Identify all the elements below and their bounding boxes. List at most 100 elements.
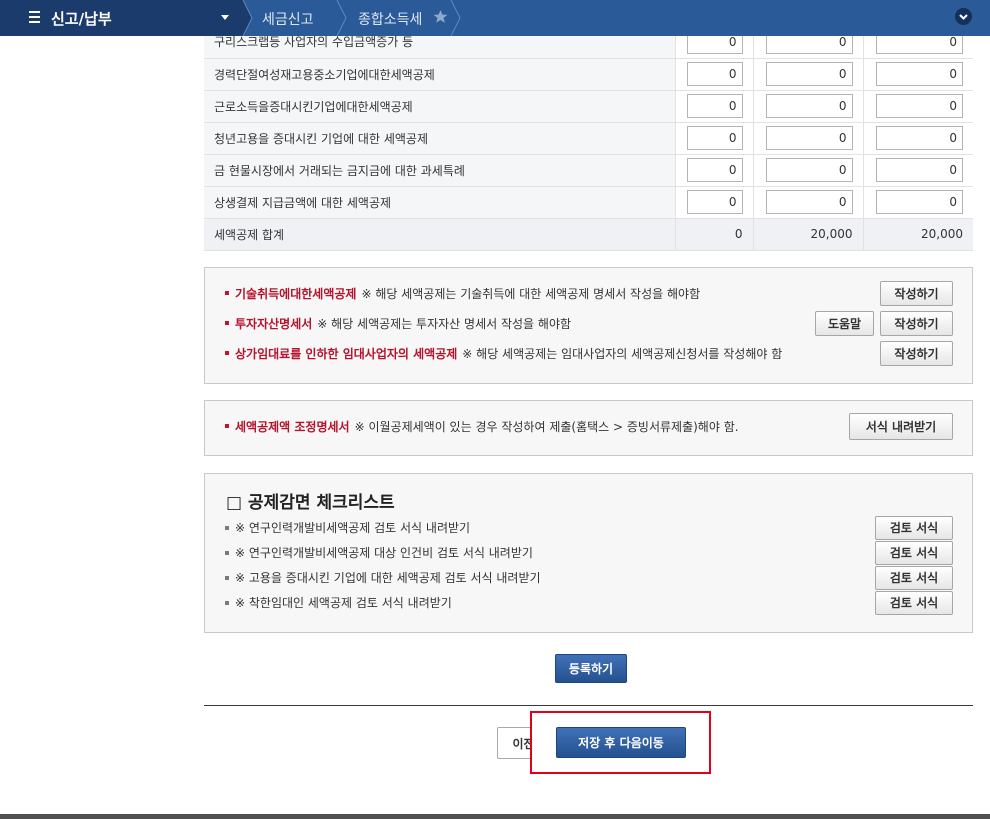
checklist-item: ※ 연구인력개발비세액공제 검토 서식 내려받기 검토 서식 — [225, 515, 953, 540]
dropdown-arrow-icon[interactable] — [221, 15, 229, 20]
notice-row: 투자자산명세서 ※ 해당 세액공제는 투자자산 명세서 작성을 해야함 도움말 … — [225, 308, 953, 338]
button-group: 작성하기 — [880, 280, 953, 306]
top-navigation-bar: 신고/납부 세금신고 종합소득세 — [0, 0, 990, 36]
value-cell — [674, 122, 753, 155]
square-bullet-icon — [225, 321, 229, 325]
row-label: 금 현물시장에서 거래되는 금지금에 대한 과세특례 — [204, 154, 675, 187]
notice-description: ※ 해당 세액공제는 기술취득에 대한 세액공제 명세서 작성을 해야함 — [361, 286, 701, 301]
value-cell — [674, 154, 753, 187]
table-row: 상생결제 지급금액에 대한 세액공제 — [204, 186, 973, 219]
value-cell — [752, 90, 863, 123]
notice-description: ※ 해당 세액공제는 임대사업자의 세액공제신청서를 작성해야 함 — [462, 346, 783, 361]
square-bullet-icon — [225, 291, 229, 295]
breadcrumb-income-tax[interactable]: 종합소득세 — [358, 9, 422, 29]
button-group: 서식 내려받기 — [849, 412, 953, 440]
review-form-button[interactable]: 검토 서식 — [875, 515, 953, 540]
amount-input[interactable] — [686, 126, 743, 150]
page: 신고/납부 세금신고 종합소득세 구리스크랩등 사업자의 수입금액증가 등 0 … — [0, 0, 990, 819]
menu-icon[interactable] — [29, 11, 40, 24]
checklist-text: ※ 연구인력개발비세액공제 검토 서식 내려받기 — [235, 521, 471, 535]
help-button[interactable]: 도움말 — [815, 310, 874, 336]
amount-input[interactable] — [765, 158, 853, 182]
breadcrumb-tax-filing[interactable]: 세금신고 — [262, 9, 314, 29]
button-group: 검토 서식 — [875, 540, 953, 565]
checklist-item: ※ 착한임대인 세액공제 검토 서식 내려받기 검토 서식 — [225, 590, 953, 615]
square-bullet-icon — [225, 351, 229, 355]
register-button[interactable]: 등록하기 — [555, 654, 627, 683]
value-cell — [752, 58, 863, 91]
row-label: 근로소득을증대시킨기업에대한세액공제 — [204, 90, 675, 123]
value-cell — [674, 58, 753, 91]
amount-input[interactable] — [876, 62, 963, 86]
amount-input[interactable] — [686, 158, 743, 182]
checklist-item: ※ 고용을 증대시킨 기업에 대한 세액공제 검토 서식 내려받기 검토 서식 — [225, 565, 953, 590]
button-group: 작성하기 — [880, 340, 953, 366]
value-cell — [752, 122, 863, 155]
chevron-down-circle-icon[interactable] — [955, 8, 972, 25]
write-form-button[interactable]: 작성하기 — [880, 310, 953, 336]
amount-input[interactable] — [686, 190, 743, 214]
amount-input[interactable] — [876, 158, 963, 182]
value-cell — [862, 154, 973, 187]
table-row: 근로소득을증대시킨기업에대한세액공제 — [204, 90, 973, 123]
tax-credit-table: 구리스크랩등 사업자의 수입금액증가 등 경력단절여성재고용중소기업에대한세액공… — [204, 26, 973, 251]
amount-input[interactable] — [765, 190, 853, 214]
button-group: 검토 서식 — [875, 565, 953, 590]
square-bullet-icon — [225, 424, 229, 428]
notice-title: 투자자산명세서 — [235, 316, 313, 331]
total-label: 세액공제 합계 — [204, 218, 675, 251]
amount-input[interactable] — [765, 126, 853, 150]
table-row: 금 현물시장에서 거래되는 금지금에 대한 과세특례 — [204, 154, 973, 187]
total-row: 세액공제 합계 0 20,000 20,000 — [204, 218, 973, 251]
amount-input[interactable] — [686, 62, 743, 86]
checklist-title: □ 공제감면 체크리스트 — [226, 493, 395, 513]
notice-row: 상가임대료를 인하한 임대사업자의 세액공제 ※ 해당 세액공제는 임대사업자의… — [225, 338, 953, 368]
value-cell — [862, 58, 973, 91]
table-row: 경력단절여성재고용중소기업에대한세액공제 — [204, 58, 973, 91]
notice-row: 세액공제액 조정명세서 ※ 이월공제세액이 있는 경우 작성하여 제출(홈택스 … — [225, 411, 953, 441]
review-form-button[interactable]: 검토 서식 — [875, 540, 953, 565]
button-group: 검토 서식 — [875, 590, 953, 615]
required-forms-box: 기술취득에대한세액공제 ※ 해당 세액공제는 기술취득에 대한 세액공제 명세서… — [204, 267, 973, 384]
menu-title: 신고/납부 — [51, 10, 112, 28]
review-form-button[interactable]: 검토 서식 — [875, 590, 953, 615]
write-form-button[interactable]: 작성하기 — [880, 340, 953, 366]
row-label: 청년고용을 증대시킨 기업에 대한 세액공제 — [204, 122, 675, 155]
table-row: 청년고용을 증대시킨 기업에 대한 세액공제 — [204, 122, 973, 155]
amount-input[interactable] — [765, 94, 853, 118]
total-value: 0 — [674, 218, 753, 251]
total-value: 20,000 — [752, 218, 863, 251]
square-bullet-icon — [225, 575, 229, 580]
amount-input[interactable] — [876, 190, 963, 214]
download-form-button[interactable]: 서식 내려받기 — [849, 412, 953, 440]
divider — [204, 705, 973, 706]
square-bullet-icon — [225, 550, 229, 555]
checklist-text: ※ 착한임대인 세액공제 검토 서식 내려받기 — [235, 596, 452, 610]
row-label: 상생결제 지급금액에 대한 세액공제 — [204, 186, 675, 219]
row-label: 경력단절여성재고용중소기업에대한세액공제 — [204, 58, 675, 91]
value-cell — [674, 186, 753, 219]
footer-bar — [0, 814, 990, 819]
amount-input[interactable] — [876, 126, 963, 150]
value-cell — [862, 186, 973, 219]
checklist-text: ※ 연구인력개발비세액공제 대상 인건비 검토 서식 내려받기 — [235, 546, 533, 560]
write-form-button[interactable]: 작성하기 — [880, 280, 953, 306]
amount-input[interactable] — [876, 94, 963, 118]
button-group: 검토 서식 — [875, 515, 953, 540]
value-cell — [752, 154, 863, 187]
square-bullet-icon — [225, 525, 229, 530]
notice-title: 상가임대료를 인하한 임대사업자의 세액공제 — [235, 346, 458, 361]
notice-title: 기술취득에대한세액공제 — [235, 286, 357, 301]
value-cell — [752, 186, 863, 219]
amount-input[interactable] — [686, 94, 743, 118]
main-menu-toggle[interactable]: 신고/납부 — [0, 0, 243, 36]
notice-description: ※ 이월공제세액이 있는 경우 작성하여 제출(홈택스 > 증빙서류제출)해야 … — [354, 419, 739, 434]
total-value: 20,000 — [862, 218, 973, 251]
notice-description: ※ 해당 세액공제는 투자자산 명세서 작성을 해야함 — [317, 316, 572, 331]
save-and-next-button[interactable]: 저장 후 다음이동 — [556, 727, 686, 758]
amount-input[interactable] — [765, 62, 853, 86]
square-bullet-icon — [225, 600, 229, 605]
adjustment-statement-box: 세액공제액 조정명세서 ※ 이월공제세액이 있는 경우 작성하여 제출(홈택스 … — [204, 400, 973, 456]
star-icon[interactable] — [433, 9, 448, 24]
review-form-button[interactable]: 검토 서식 — [875, 565, 953, 590]
